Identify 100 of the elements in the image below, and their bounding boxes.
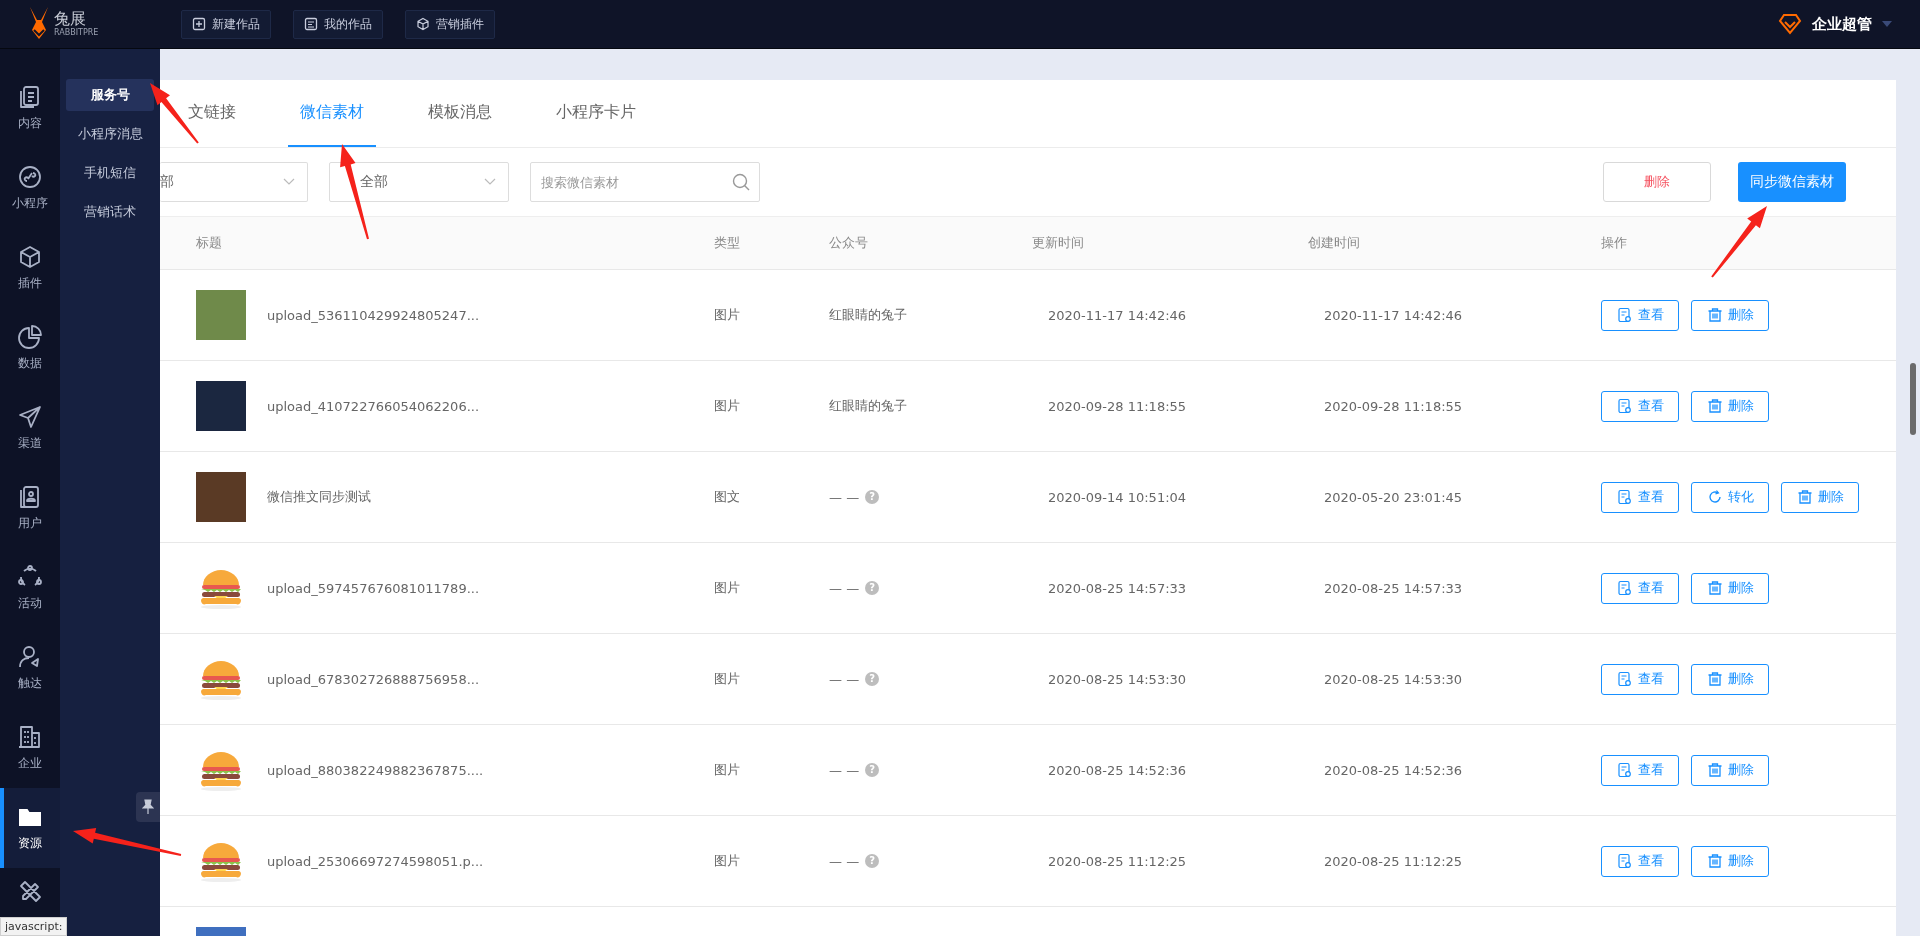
table-cell: 图片 xyxy=(714,670,740,688)
ruler-pencil-icon xyxy=(17,878,43,904)
delete-button[interactable]: 删除 xyxy=(1603,162,1711,202)
table-cell: 2020-08-25 14:57:33 xyxy=(1048,580,1187,596)
column-header: 标题 xyxy=(196,234,223,252)
convert-button[interactable]: 转化 xyxy=(1691,481,1769,513)
dropdown[interactable]: 全部 xyxy=(329,162,509,202)
table-cell: 2020-11-17 14:42:46 xyxy=(1324,307,1463,323)
nav-item[interactable]: 内容 xyxy=(0,68,60,148)
view-button[interactable]: 查看 xyxy=(1601,390,1679,422)
tab[interactable]: 小程序卡片 xyxy=(544,80,648,147)
view-button[interactable]: 查看 xyxy=(1601,572,1679,604)
submenu-item[interactable]: 营销话术 xyxy=(66,196,154,228)
nav-item[interactable]: 企业 xyxy=(0,708,60,788)
diamond-icon xyxy=(1778,13,1802,35)
link-circle-icon xyxy=(17,164,43,190)
table-cell: 2020-11-17 14:42:46 xyxy=(1048,307,1187,323)
refresh-icon xyxy=(1706,489,1723,505)
table-cell: 2020-09-14 10:51:04 xyxy=(1048,489,1187,505)
dropdown[interactable]: 部 xyxy=(160,162,308,202)
list-icon xyxy=(304,17,318,31)
column-header: 类型 xyxy=(714,234,741,252)
table-cell: 2020-09-28 11:18:55 xyxy=(1324,398,1463,414)
submenu-item[interactable]: 小程序消息 xyxy=(66,118,154,150)
table-cell: upload_25306697274598051.p... xyxy=(267,853,484,869)
delete-button[interactable]: 删除 xyxy=(1781,481,1859,513)
nav-item[interactable]: 活动 xyxy=(0,548,60,628)
column-header: 更新时间 xyxy=(1032,234,1085,252)
table-cell: upload_536110429924805247... xyxy=(267,307,480,323)
nav-item[interactable]: 用户 xyxy=(0,468,60,548)
nav-item[interactable]: 渠道 xyxy=(0,388,60,468)
table-cell: 2020-08-25 14:57:33 xyxy=(1324,580,1463,596)
delete-button[interactable]: 删除 xyxy=(1691,390,1769,422)
table-cell: 2020-08-25 14:52:36 xyxy=(1324,762,1463,778)
toolbar-button[interactable]: 营销插件 xyxy=(405,9,495,39)
table-cell: — — xyxy=(829,671,860,687)
table-cell: 2020-08-25 14:52:36 xyxy=(1048,762,1187,778)
trash-icon xyxy=(1706,398,1723,414)
view-button[interactable]: 查看 xyxy=(1601,299,1679,331)
pin-icon xyxy=(142,799,154,815)
view-button[interactable]: 查看 xyxy=(1601,754,1679,786)
table-cell: upload_410722766054062206... xyxy=(267,398,480,414)
trash-icon xyxy=(1706,671,1723,687)
document-search-icon xyxy=(1616,853,1633,869)
table-cell: 2020-09-28 11:18:55 xyxy=(1048,398,1187,414)
cube-icon xyxy=(17,244,43,270)
delete-button[interactable]: 删除 xyxy=(1691,845,1769,877)
nav-item[interactable]: 数据 xyxy=(0,308,60,388)
caret-icon xyxy=(1882,21,1892,27)
sync-button[interactable]: 同步微信素材 xyxy=(1738,162,1846,202)
cube-icon xyxy=(416,17,430,31)
table-cell: upload_678302726888756958... xyxy=(267,671,480,687)
view-button[interactable]: 查看 xyxy=(1601,481,1679,513)
table-cell: 2020-08-25 11:12:25 xyxy=(1048,853,1187,869)
tab[interactable]: 微信素材 xyxy=(288,80,376,147)
table-cell: upload_880382249882367875.... xyxy=(267,762,484,778)
toolbar-button[interactable]: 我的作品 xyxy=(293,9,383,39)
submenu-item[interactable]: 服务号 xyxy=(66,79,154,111)
tab[interactable]: 文链接 xyxy=(160,80,248,147)
delete-button[interactable]: 删除 xyxy=(1691,754,1769,786)
account-menu[interactable]: 企业超管 xyxy=(1812,14,1872,34)
table-cell: 2020-08-25 14:53:30 xyxy=(1048,671,1187,687)
toolbar-button[interactable]: 新建作品 xyxy=(181,9,271,39)
trash-icon xyxy=(1706,762,1723,778)
delete-button[interactable]: 删除 xyxy=(1691,663,1769,695)
delete-button[interactable]: 删除 xyxy=(1691,299,1769,331)
table-cell: — — xyxy=(829,762,860,778)
column-header: 创建时间 xyxy=(1308,234,1361,252)
nav-item[interactable]: 插件 xyxy=(0,228,60,308)
column-header: 公众号 xyxy=(829,234,869,252)
document-search-icon xyxy=(1616,398,1633,414)
table-cell: 2020-08-25 11:12:25 xyxy=(1324,853,1463,869)
search-field[interactable]: 搜索微信素材 xyxy=(530,162,760,202)
nav-item[interactable]: 小程序 xyxy=(0,148,60,228)
paper-plane-icon xyxy=(17,404,43,430)
document-search-icon xyxy=(1616,762,1633,778)
table-cell: 2020-05-20 23:01:45 xyxy=(1324,489,1463,505)
status-text: javascript: xyxy=(0,917,68,936)
logo-tagline: RABBITPRE xyxy=(54,29,99,37)
table-cell: 图片 xyxy=(714,579,740,597)
tab[interactable]: 模板消息 xyxy=(416,80,504,147)
trash-icon xyxy=(1706,307,1723,323)
nav-item[interactable]: 资源 xyxy=(0,788,60,868)
annotation-arrow xyxy=(1711,206,1767,278)
view-button[interactable]: 查看 xyxy=(1601,663,1679,695)
pin-button[interactable] xyxy=(136,792,160,822)
document-search-icon xyxy=(1616,671,1633,687)
document-search-icon xyxy=(1616,580,1633,596)
building-icon xyxy=(17,724,43,750)
nav-item[interactable]: 触达 xyxy=(0,628,60,708)
delete-button[interactable]: 删除 xyxy=(1691,572,1769,604)
table-cell: 图片 xyxy=(714,306,740,324)
view-button[interactable]: 查看 xyxy=(1601,845,1679,877)
table-cell: 微信推文同步测试 xyxy=(267,488,371,506)
table-cell: 红眼睛的兔子 xyxy=(829,306,907,324)
document-search-icon xyxy=(1616,307,1633,323)
table-cell: 图片 xyxy=(714,761,740,779)
trash-icon xyxy=(1796,489,1813,505)
trash-icon xyxy=(1706,853,1723,869)
submenu-item[interactable]: 手机短信 xyxy=(66,157,154,189)
